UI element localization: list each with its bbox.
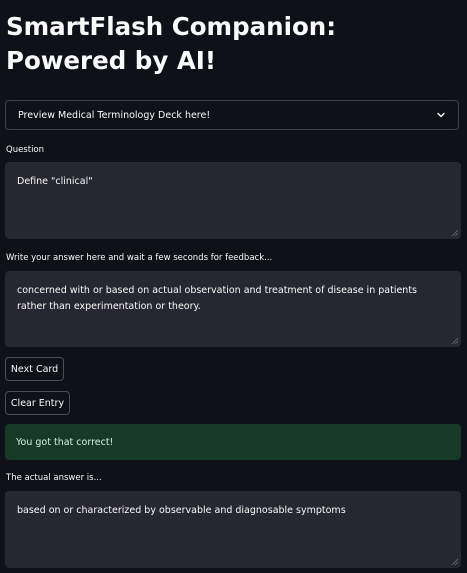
resize-grip-icon[interactable] xyxy=(451,229,459,237)
question-label: Question xyxy=(6,145,45,155)
deck-preview-expander[interactable]: Preview Medical Terminology Deck here! xyxy=(5,100,459,130)
resize-grip-icon[interactable] xyxy=(451,337,459,345)
answer-label: Write your answer here and wait a few se… xyxy=(6,253,273,263)
page-title: SmartFlash Companion: Powered by AI! xyxy=(6,12,337,75)
chevron-down-icon xyxy=(437,112,445,118)
next-card-button[interactable]: Next Card xyxy=(5,357,64,381)
resize-grip-icon[interactable] xyxy=(451,558,459,566)
feedback-message: You got that correct! xyxy=(16,436,114,448)
feedback-success-alert: You got that correct! xyxy=(5,424,461,460)
answer-text: concerned with or based on actual observ… xyxy=(17,285,417,312)
app-page: SmartFlash Companion: Powered by AI! Pre… xyxy=(0,0,467,573)
clear-entry-button[interactable]: Clear Entry xyxy=(5,391,70,415)
actual-answer-text: based on or characterized by observable … xyxy=(17,505,346,516)
answer-textarea[interactable]: concerned with or based on actual observ… xyxy=(5,271,461,347)
actual-answer-label: The actual answer is... xyxy=(6,473,102,483)
actual-answer-textarea[interactable]: based on or characterized by observable … xyxy=(5,491,461,568)
question-text: Define "clinical" xyxy=(17,176,93,187)
question-textarea[interactable]: Define "clinical" xyxy=(5,162,461,239)
expander-label: Preview Medical Terminology Deck here! xyxy=(18,109,211,121)
